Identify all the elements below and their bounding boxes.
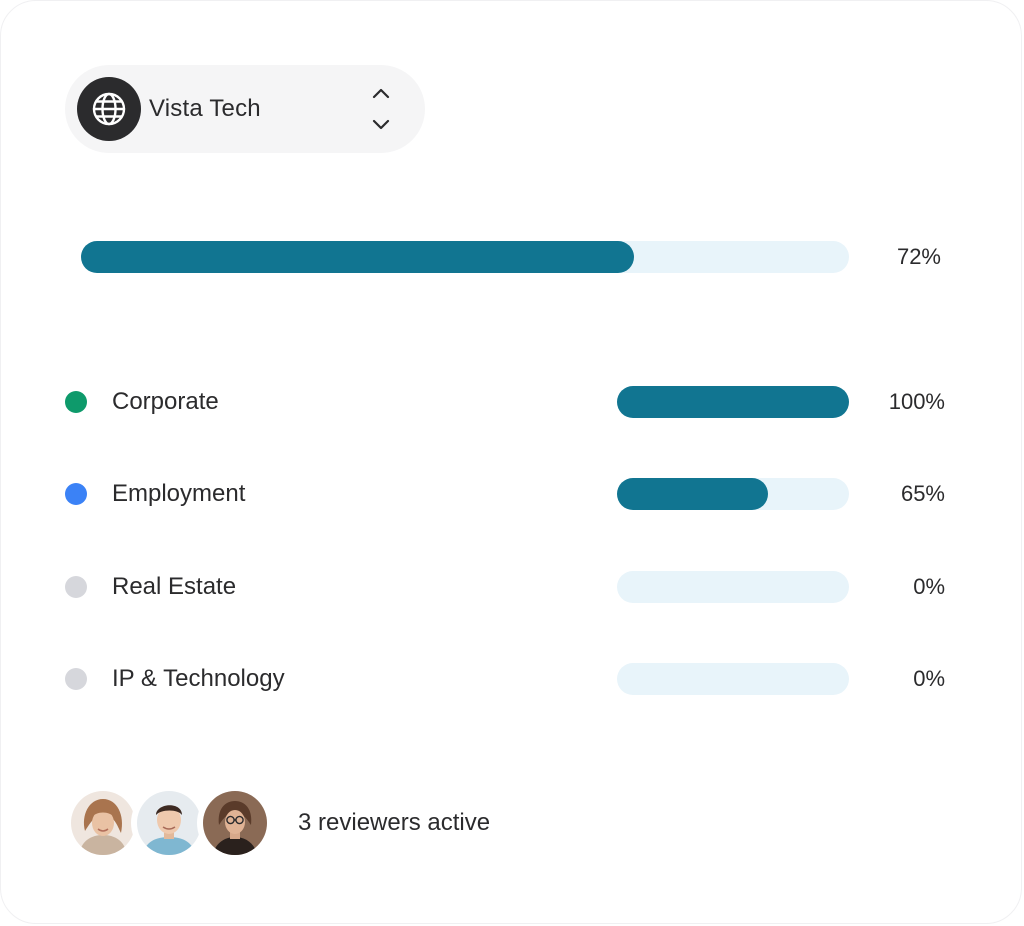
workspace-name: Vista Tech (149, 95, 261, 122)
category-progress-fill (617, 386, 849, 418)
globe-icon (77, 77, 141, 141)
review-progress-card: Vista Tech 72% Corporate 100% Employment… (0, 0, 1022, 924)
category-label: Corporate (112, 388, 219, 415)
avatar[interactable] (131, 785, 207, 861)
chevron-up-down-icon[interactable] (365, 87, 397, 131)
overall-progress-fill (81, 241, 634, 273)
overall-progress-value: 72% (896, 244, 941, 269)
avatar[interactable] (197, 785, 273, 861)
reviewers-active-count: 3 reviewers active (298, 809, 491, 836)
category-label: Employment (112, 480, 246, 507)
category-label: IP & Technology (112, 665, 285, 692)
category-row-real-estate: Real Estate 0% (65, 571, 945, 603)
category-progress-fill (617, 478, 768, 510)
category-progress-value: 100% (888, 389, 945, 414)
category-progress-value: 65% (900, 481, 945, 506)
category-label: Real Estate (112, 573, 237, 600)
status-dot (65, 668, 87, 690)
overall-progress-bar (81, 241, 849, 273)
category-row-employment: Employment 65% (65, 478, 945, 510)
avatar[interactable] (65, 785, 141, 861)
category-progress-bar (617, 478, 849, 510)
category-progress-value: 0% (913, 666, 945, 691)
category-progress-bar (617, 386, 849, 418)
status-dot (65, 391, 87, 413)
status-dot (65, 576, 87, 598)
status-dot (65, 483, 87, 505)
workspace-selector[interactable]: Vista Tech (65, 65, 425, 153)
category-row-ip-technology: IP & Technology 0% (65, 663, 945, 695)
category-row-corporate: Corporate 100% (65, 386, 945, 418)
category-progress-bar (617, 663, 849, 695)
category-progress-bar (617, 571, 849, 603)
category-progress-value: 0% (913, 574, 945, 599)
